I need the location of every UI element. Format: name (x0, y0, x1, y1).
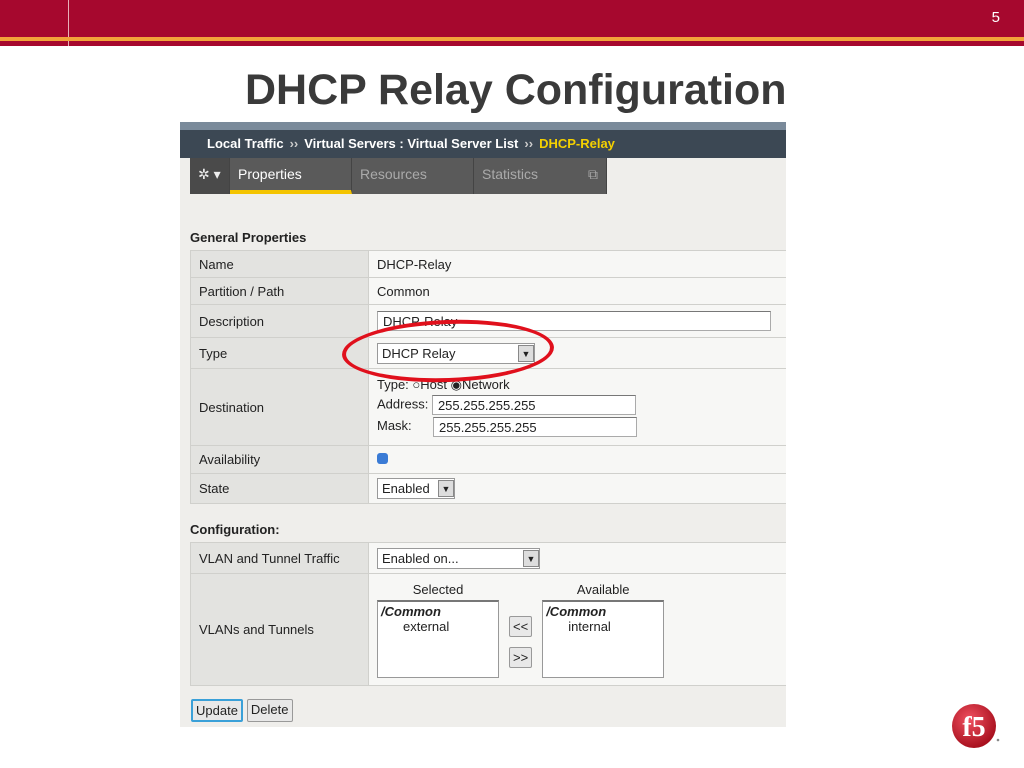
table-row: VLAN and Tunnel Traffic Enabled on... ▼ (190, 542, 786, 574)
breadcrumb-local-traffic[interactable]: Local Traffic (207, 136, 284, 151)
vlan-traffic-select[interactable]: Enabled on... ▼ (377, 547, 540, 569)
state-select[interactable]: Enabled ▼ (377, 478, 455, 499)
address-label: Address: (377, 396, 429, 412)
available-list[interactable]: /Common internal (542, 599, 665, 678)
tab-statistics-label: Statistics (482, 166, 539, 182)
breadcrumb: Local Traffic ›› Virtual Servers : Virtual… (180, 130, 786, 158)
vlan-traffic-label: VLAN and Tunnel Traffic (190, 542, 369, 574)
table-row: Name DHCP-Relay (190, 250, 786, 278)
table-row: VLANs and Tunnels Selected /Common extern… (190, 573, 786, 686)
gear-icon: ✲ ▾ (198, 166, 221, 182)
table-row: Partition / Path Common (190, 277, 786, 305)
tab-statistics[interactable]: Statistics ⧉ (474, 158, 607, 194)
move-right-button[interactable]: >> (509, 646, 533, 668)
mask-input[interactable]: 255.255.255.255 (433, 417, 637, 437)
selected-list[interactable]: /Common external (377, 599, 499, 678)
tab-properties[interactable]: Properties (230, 158, 352, 194)
delete-button[interactable]: Delete (246, 699, 293, 722)
page-number: 5 (991, 9, 1000, 26)
tab-bar: ✲ ▾ Properties Resources Statistics ⧉ (190, 158, 607, 194)
available-label: Available (576, 581, 630, 597)
mask-label: Mask: (377, 418, 412, 434)
slide-header-bar: 5 (0, 0, 1024, 46)
breadcrumb-virtual-servers[interactable]: Virtual Servers : Virtual Server List (304, 136, 518, 151)
tab-resources[interactable]: Resources (352, 158, 474, 194)
f5-logo: f5 (950, 702, 1002, 755)
list-item[interactable]: internal (546, 619, 660, 634)
chevron-down-icon: ▼ (523, 549, 539, 567)
table-row: Availability (190, 445, 786, 474)
partition-value: Common (368, 277, 786, 305)
name-label: Name (190, 250, 369, 278)
breadcrumb-sep: ›› (289, 136, 299, 151)
chevron-down-icon: ▼ (438, 480, 454, 497)
action-buttons: Update Delete (191, 699, 293, 722)
availability-status-icon (377, 453, 388, 464)
selected-label: Selected (412, 581, 464, 597)
availability-label: Availability (190, 445, 369, 474)
address-input[interactable]: 255.255.255.255 (431, 395, 636, 415)
table-row: Destination Type: ○Host ◉Network Address… (190, 368, 786, 446)
table-row: State Enabled ▼ (190, 473, 786, 504)
external-link-icon[interactable]: ⧉ (588, 166, 598, 186)
update-button[interactable]: Update (191, 699, 243, 722)
list-group: /Common (381, 603, 441, 619)
top-strip (180, 122, 786, 130)
configuration-heading: Configuration: (190, 522, 280, 537)
partition-label: Partition / Path (190, 277, 369, 305)
vlan-traffic-value: Enabled on... (382, 550, 459, 566)
list-group: /Common (546, 603, 607, 619)
screenshot-panel: Local Traffic ›› Virtual Servers : Virtual… (180, 122, 786, 727)
accent-stripe (0, 37, 1024, 41)
name-value: DHCP-Relay (368, 250, 786, 278)
breadcrumb-sep: ›› (524, 136, 534, 151)
svg-text:f5: f5 (962, 712, 985, 743)
move-left-button[interactable]: << (509, 615, 533, 637)
state-label: State (190, 473, 369, 504)
destination-label: Destination (190, 368, 369, 446)
state-value: Enabled (382, 481, 430, 496)
configuration-table: VLAN and Tunnel Traffic Enabled on... ▼ VL… (190, 542, 786, 686)
vlans-label: VLANs and Tunnels (190, 573, 369, 686)
slide-title: DHCP Relay Configuration (245, 66, 787, 114)
gear-menu-button[interactable]: ✲ ▾ (190, 158, 230, 194)
description-label: Description (190, 304, 369, 338)
list-item[interactable]: external (381, 619, 495, 634)
general-properties-heading: General Properties (190, 230, 307, 245)
breadcrumb-current: DHCP-Relay (539, 136, 615, 151)
